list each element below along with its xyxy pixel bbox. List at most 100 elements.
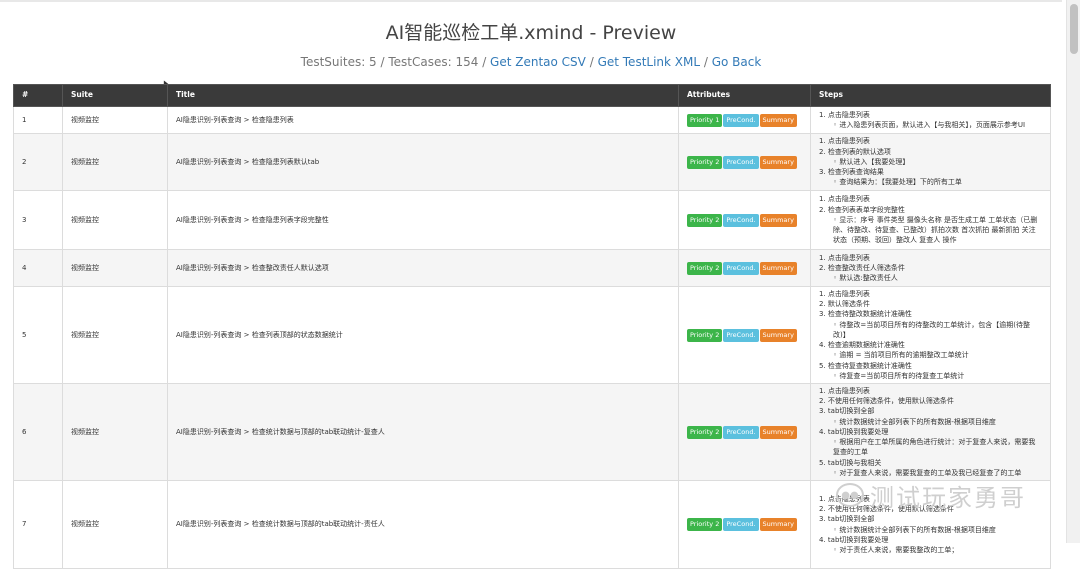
table-row: 2 视频监控 AI隐患识别-列表查询 > 检查隐患列表默认tab Priority 2… xyxy=(13,133,1051,191)
cell-num: 7 xyxy=(13,480,63,569)
step-text: 1. 点击隐患列表 xyxy=(819,387,870,396)
cell-attributes: Priority 2 PreCond. Summary xyxy=(678,480,811,569)
summary-badge[interactable]: Summary xyxy=(759,425,797,439)
cell-num: 3 xyxy=(13,190,63,250)
cell-suite: 视频监控 xyxy=(62,480,168,569)
link-separator: / xyxy=(585,55,598,69)
step-text: 4. tab切换到我要处理 xyxy=(819,427,889,436)
header-steps: Steps xyxy=(810,84,1051,107)
cell-title: AI隐患识别-列表查询 > 检查隐患列表 xyxy=(167,106,679,134)
summary-badge[interactable]: Summary xyxy=(759,261,797,275)
precond-badge[interactable]: PreCond. xyxy=(723,425,759,439)
precond-badge[interactable]: PreCond. xyxy=(723,113,759,127)
step-text: 3. 检查列表查询结果 xyxy=(819,168,884,177)
summary-badge[interactable]: Summary xyxy=(759,213,797,227)
stats-text: TestSuites: 5 / TestCases: 154 / xyxy=(300,55,491,69)
precond-badge[interactable]: PreCond. xyxy=(723,328,759,342)
priority-badge[interactable]: Priority 2 xyxy=(687,425,723,439)
table-row: 3 视频监控 AI隐患识别-列表查询 > 检查隐患列表字段完整性 Priority 2… xyxy=(13,190,1051,250)
precond-badge[interactable]: PreCond. xyxy=(723,261,759,275)
cell-steps: 1. 点击隐患列表 2. 不使用任何筛选条件，使用默认筛选条件 3. tab切换到全… xyxy=(810,480,1051,569)
cell-suite: 视频监控 xyxy=(62,133,168,191)
step-expected-list: 显示：序号 事件类型 摄像头名称 是否生成工单 工单状态（已删除、待整改、待复查… xyxy=(819,215,1042,246)
priority-badge[interactable]: Priority 2 xyxy=(687,328,723,342)
header-num: # xyxy=(13,84,63,107)
step-item: 2. 检查列表表单字段完整性显示：序号 事件类型 摄像头名称 是否生成工单 工单… xyxy=(819,205,1042,246)
cell-steps: 1. 点击隐患列表 2. 不使用任何筛选条件，使用默认筛选条件 3. tab切换到全… xyxy=(810,383,1051,481)
step-expected-item: 待整改=当前项目所有的待整改的工单统计，包含【逾期(待整改)】 xyxy=(833,320,1042,340)
summary-badge[interactable]: Summary xyxy=(759,518,797,531)
summary-badge[interactable]: Summary xyxy=(759,328,797,342)
steps-list: 1. 点击隐患列表 2. 不使用任何筛选条件，使用默认筛选条件 3. tab切换到全… xyxy=(819,494,1042,555)
precond-badge[interactable]: PreCond. xyxy=(723,518,759,531)
vertical-scrollbar[interactable] xyxy=(1066,0,1080,543)
cell-attributes: Priority 2 PreCond. Summary xyxy=(678,190,811,250)
step-item: 1. 点击隐患列表 xyxy=(819,494,1042,504)
step-text: 1. 点击隐患列表 xyxy=(819,290,870,299)
cell-suite: 视频监控 xyxy=(62,286,168,384)
cell-attributes: Priority 2 PreCond. Summary xyxy=(678,383,811,481)
priority-badge[interactable]: Priority 2 xyxy=(687,155,723,169)
cell-steps: 1. 点击隐患列表2. 默认筛选条件3. 检查待整改数据统计准确性待整改=当前项… xyxy=(810,286,1051,384)
step-item: 1. 点击隐患列表进入隐患列表页面，默认进入【与我相关】，页面展示参考UI xyxy=(819,110,1042,130)
step-expected-list: 进入隐患列表页面，默认进入【与我相关】，页面展示参考UI xyxy=(819,120,1042,130)
step-text: 3. 检查待整改数据统计准确性 xyxy=(819,310,912,319)
step-expected-item: 逾期 = 当前项目所有的逾期整改工单统计 xyxy=(833,350,1042,360)
step-text: 2. 不使用任何筛选条件，使用默认筛选条件 xyxy=(819,397,954,406)
step-expected-list: 逾期 = 当前项目所有的逾期整改工单统计 xyxy=(819,350,1042,360)
steps-list: 1. 点击隐患列表进入隐患列表页面，默认进入【与我相关】，页面展示参考UI xyxy=(819,110,1042,130)
step-expected-list: 待复查=当前项目所有的待复查工单统计 xyxy=(819,371,1042,381)
table-row: 4 视频监控 AI隐患识别-列表查询 > 检查整改责任人默认选项 Priority 2… xyxy=(13,249,1051,287)
priority-badge[interactable]: Priority 2 xyxy=(687,518,723,531)
step-expected-list: 查询结果为：【我要处理】下的所有工单 xyxy=(819,177,1042,187)
table-row: 6 视频监控 AI隐患识别-列表查询 > 检查统计数据与顶部的tab联动统计-复查人… xyxy=(13,383,1051,481)
priority-badge[interactable]: Priority 1 xyxy=(687,113,723,127)
steps-list: 1. 点击隐患列表2. 检查列表表单字段完整性显示：序号 事件类型 摄像头名称 … xyxy=(819,194,1042,245)
step-text: 2. 不使用任何筛选条件，使用默认筛选条件 xyxy=(819,505,954,514)
header-attributes: Attributes xyxy=(678,84,811,107)
step-item: 2. 默认筛选条件 xyxy=(819,299,1042,309)
precond-badge[interactable]: PreCond. xyxy=(723,155,759,169)
step-text: 2. 默认筛选条件 xyxy=(819,300,870,309)
go-back-link[interactable]: Go Back xyxy=(712,55,762,69)
step-text: 5. tab切换与我相关 xyxy=(819,458,882,467)
precond-badge[interactable]: PreCond. xyxy=(723,213,759,227)
cell-steps: 1. 点击隐患列表进入隐患列表页面，默认进入【与我相关】，页面展示参考UI xyxy=(810,106,1051,134)
step-item: 3. tab切换到全部统计数据统计全部列表下的所有数据-根据项目维度 xyxy=(819,514,1042,534)
priority-badge[interactable]: Priority 2 xyxy=(687,213,723,227)
step-expected-list: 对于复查人来说，需要我复查的工单及我已经复查了的工单 xyxy=(819,468,1042,478)
step-expected-item: 根据用户在工单所属的角色进行统计：对于复查人来说，需要我复查的工单 xyxy=(833,437,1042,457)
summary-badge[interactable]: Summary xyxy=(759,155,797,169)
summary-badge[interactable]: Summary xyxy=(759,113,797,127)
cell-suite: 视频监控 xyxy=(62,106,168,134)
step-item: 2. 检查整改责任人筛选条件默认选:整改责任人 xyxy=(819,263,1042,283)
get-testlink-xml-link[interactable]: Get TestLink XML xyxy=(598,55,700,69)
step-expected-item: 对于责任人来说，需要我整改的工单； xyxy=(833,545,1042,555)
table-row: 1 视频监控 AI隐患识别-列表查询 > 检查隐患列表 Priority 1 PreCo… xyxy=(13,106,1051,134)
step-expected-item: 默认选:整改责任人 xyxy=(833,273,1042,283)
table-row: 5 视频监控 AI隐患识别-列表查询 > 检查列表顶部的状态数据统计 Priority… xyxy=(13,286,1051,384)
table-row: 7 视频监控 AI隐患识别-列表查询 > 检查统计数据与顶部的tab联动统计-责任人… xyxy=(13,480,1051,569)
get-zentao-csv-link[interactable]: Get Zentao CSV xyxy=(490,55,586,69)
step-item: 5. tab切换与我相关对于复查人来说，需要我复查的工单及我已经复查了的工单 xyxy=(819,458,1042,478)
step-text: 4. 检查逾期数据统计准确性 xyxy=(819,341,905,350)
step-expected-item: 待复查=当前项目所有的待复查工单统计 xyxy=(833,371,1042,381)
cell-suite: 视频监控 xyxy=(62,190,168,250)
step-expected-item: 对于复查人来说，需要我复查的工单及我已经复查了的工单 xyxy=(833,468,1042,478)
step-text: 2. 检查整改责任人筛选条件 xyxy=(819,263,905,272)
window-top-border xyxy=(0,0,1062,2)
cell-title: AI隐患识别-列表查询 > 检查列表顶部的状态数据统计 xyxy=(167,286,679,384)
cell-steps: 1. 点击隐患列表2. 检查列表的默认选项默认进入【我要处理】3. 检查列表查询… xyxy=(810,133,1051,191)
priority-badge[interactable]: Priority 2 xyxy=(687,261,723,275)
step-item: 1. 点击隐患列表 xyxy=(819,253,1042,263)
scrollbar-thumb[interactable] xyxy=(1070,4,1078,54)
cell-title: AI隐患识别-列表查询 > 检查统计数据与顶部的tab联动统计-责任人 xyxy=(167,480,679,569)
cell-steps: 1. 点击隐患列表2. 检查整改责任人筛选条件默认选:整改责任人 xyxy=(810,249,1051,287)
step-expected-item: 统计数据统计全部列表下的所有数据-根据项目维度 xyxy=(833,417,1042,427)
cell-title: AI隐患识别-列表查询 > 检查统计数据与顶部的tab联动统计-复查人 xyxy=(167,383,679,481)
cell-suite: 视频监控 xyxy=(62,249,168,287)
step-text: 1. 点击隐患列表 xyxy=(819,137,870,146)
step-item: 4. tab切换到我要处理根据用户在工单所属的角色进行统计：对于复查人来说，需要… xyxy=(819,427,1042,458)
step-item: 3. 检查待整改数据统计准确性待整改=当前项目所有的待整改的工单统计，包含【逾期… xyxy=(819,309,1042,340)
step-item: 5. 检查待复查数据统计准确性待复查=当前项目所有的待复查工单统计 xyxy=(819,361,1042,381)
